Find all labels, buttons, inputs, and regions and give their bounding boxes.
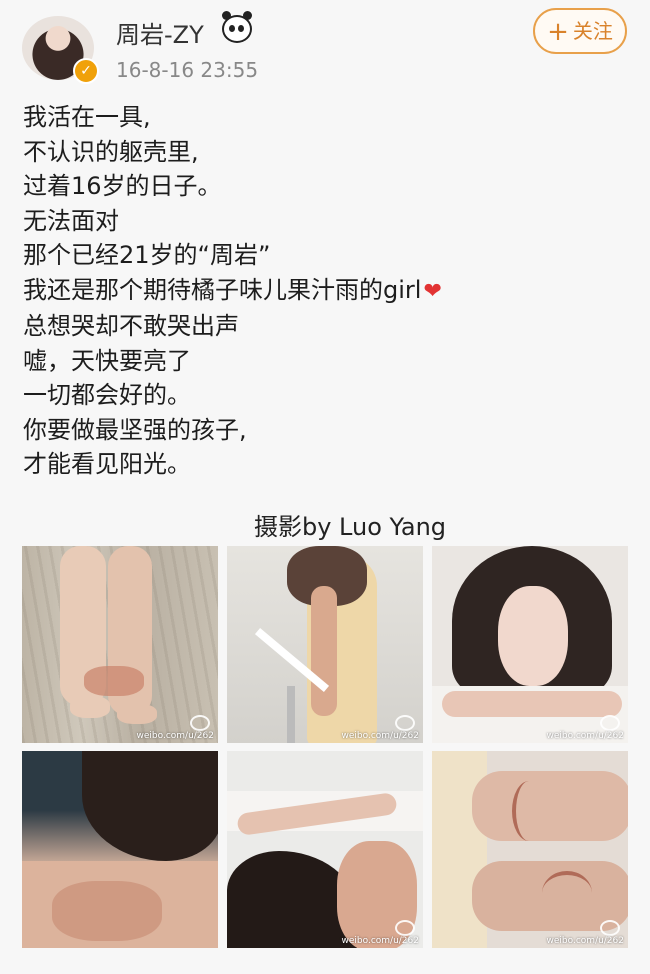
post-body: 我活在一具, 不认识的躯壳里, 过着16岁的日子。 无法面对 那个已经21岁的“… (23, 100, 623, 482)
weibo-logo-icon (190, 715, 210, 731)
photo-grid: weibo.com/u/262 weibo.com/u/262 weibo.co… (22, 546, 628, 948)
post-line: 总想哭却不敢哭出声 (23, 312, 239, 340)
post-header: ✓ 周岩-ZY 16-8-16 23:55 + 关注 (0, 0, 650, 95)
post-line: 嘘，天快要亮了 (23, 346, 191, 375)
verified-badge-icon: ✓ (73, 58, 99, 84)
photo-thumbnail[interactable]: weibo.com/u/262 (22, 546, 218, 743)
post-line: 无法面对 (23, 206, 119, 235)
weibo-logo-icon (395, 715, 415, 731)
post-timestamp: 16-8-16 23:55 (116, 58, 259, 82)
heart-icon: ❤ (423, 278, 442, 304)
post-line-with-heart: 我还是那个期待橘子味儿果汁雨的girl❤ (23, 273, 623, 310)
follow-button[interactable]: + 关注 (533, 8, 627, 54)
post-line: 那个已经21岁的“周岩” (23, 241, 271, 269)
post-line: 我还是那个期待橘子味儿果汁雨的girl (23, 275, 422, 304)
post-line: 一切都会好的。 (23, 381, 191, 409)
post-line: 你要做最坚强的孩子, (23, 415, 247, 444)
photo-thumbnail[interactable]: weibo.com/u/262 (227, 546, 423, 743)
post-line: 过着16岁的日子。 (23, 172, 222, 200)
weibo-logo-icon (600, 920, 620, 936)
photo-watermark: weibo.com/u/262 (136, 731, 215, 741)
photo-thumbnail[interactable] (22, 751, 218, 948)
weibo-logo-icon (395, 920, 415, 936)
photo-watermark: weibo.com/u/262 (546, 936, 625, 946)
panda-emoji-icon (222, 11, 252, 43)
photo-watermark: weibo.com/u/262 (341, 731, 420, 741)
photo-thumbnail[interactable]: weibo.com/u/262 (227, 751, 423, 948)
weibo-logo-icon (600, 715, 620, 731)
plus-icon: + (547, 17, 569, 47)
photo-watermark: weibo.com/u/262 (546, 731, 625, 741)
post-line: 才能看见阳光。 (23, 450, 191, 478)
follow-label: 关注 (572, 19, 613, 43)
post-line: 我活在一具, (23, 103, 151, 131)
post-line: 不认识的躯壳里, (23, 137, 199, 166)
photo-credit: 摄影by Luo Yang (253, 513, 447, 541)
photo-watermark: weibo.com/u/262 (341, 936, 420, 946)
photo-thumbnail[interactable]: weibo.com/u/262 (432, 751, 628, 948)
photo-thumbnail[interactable]: weibo.com/u/262 (432, 546, 628, 743)
username[interactable]: 周岩-ZY (116, 15, 204, 50)
